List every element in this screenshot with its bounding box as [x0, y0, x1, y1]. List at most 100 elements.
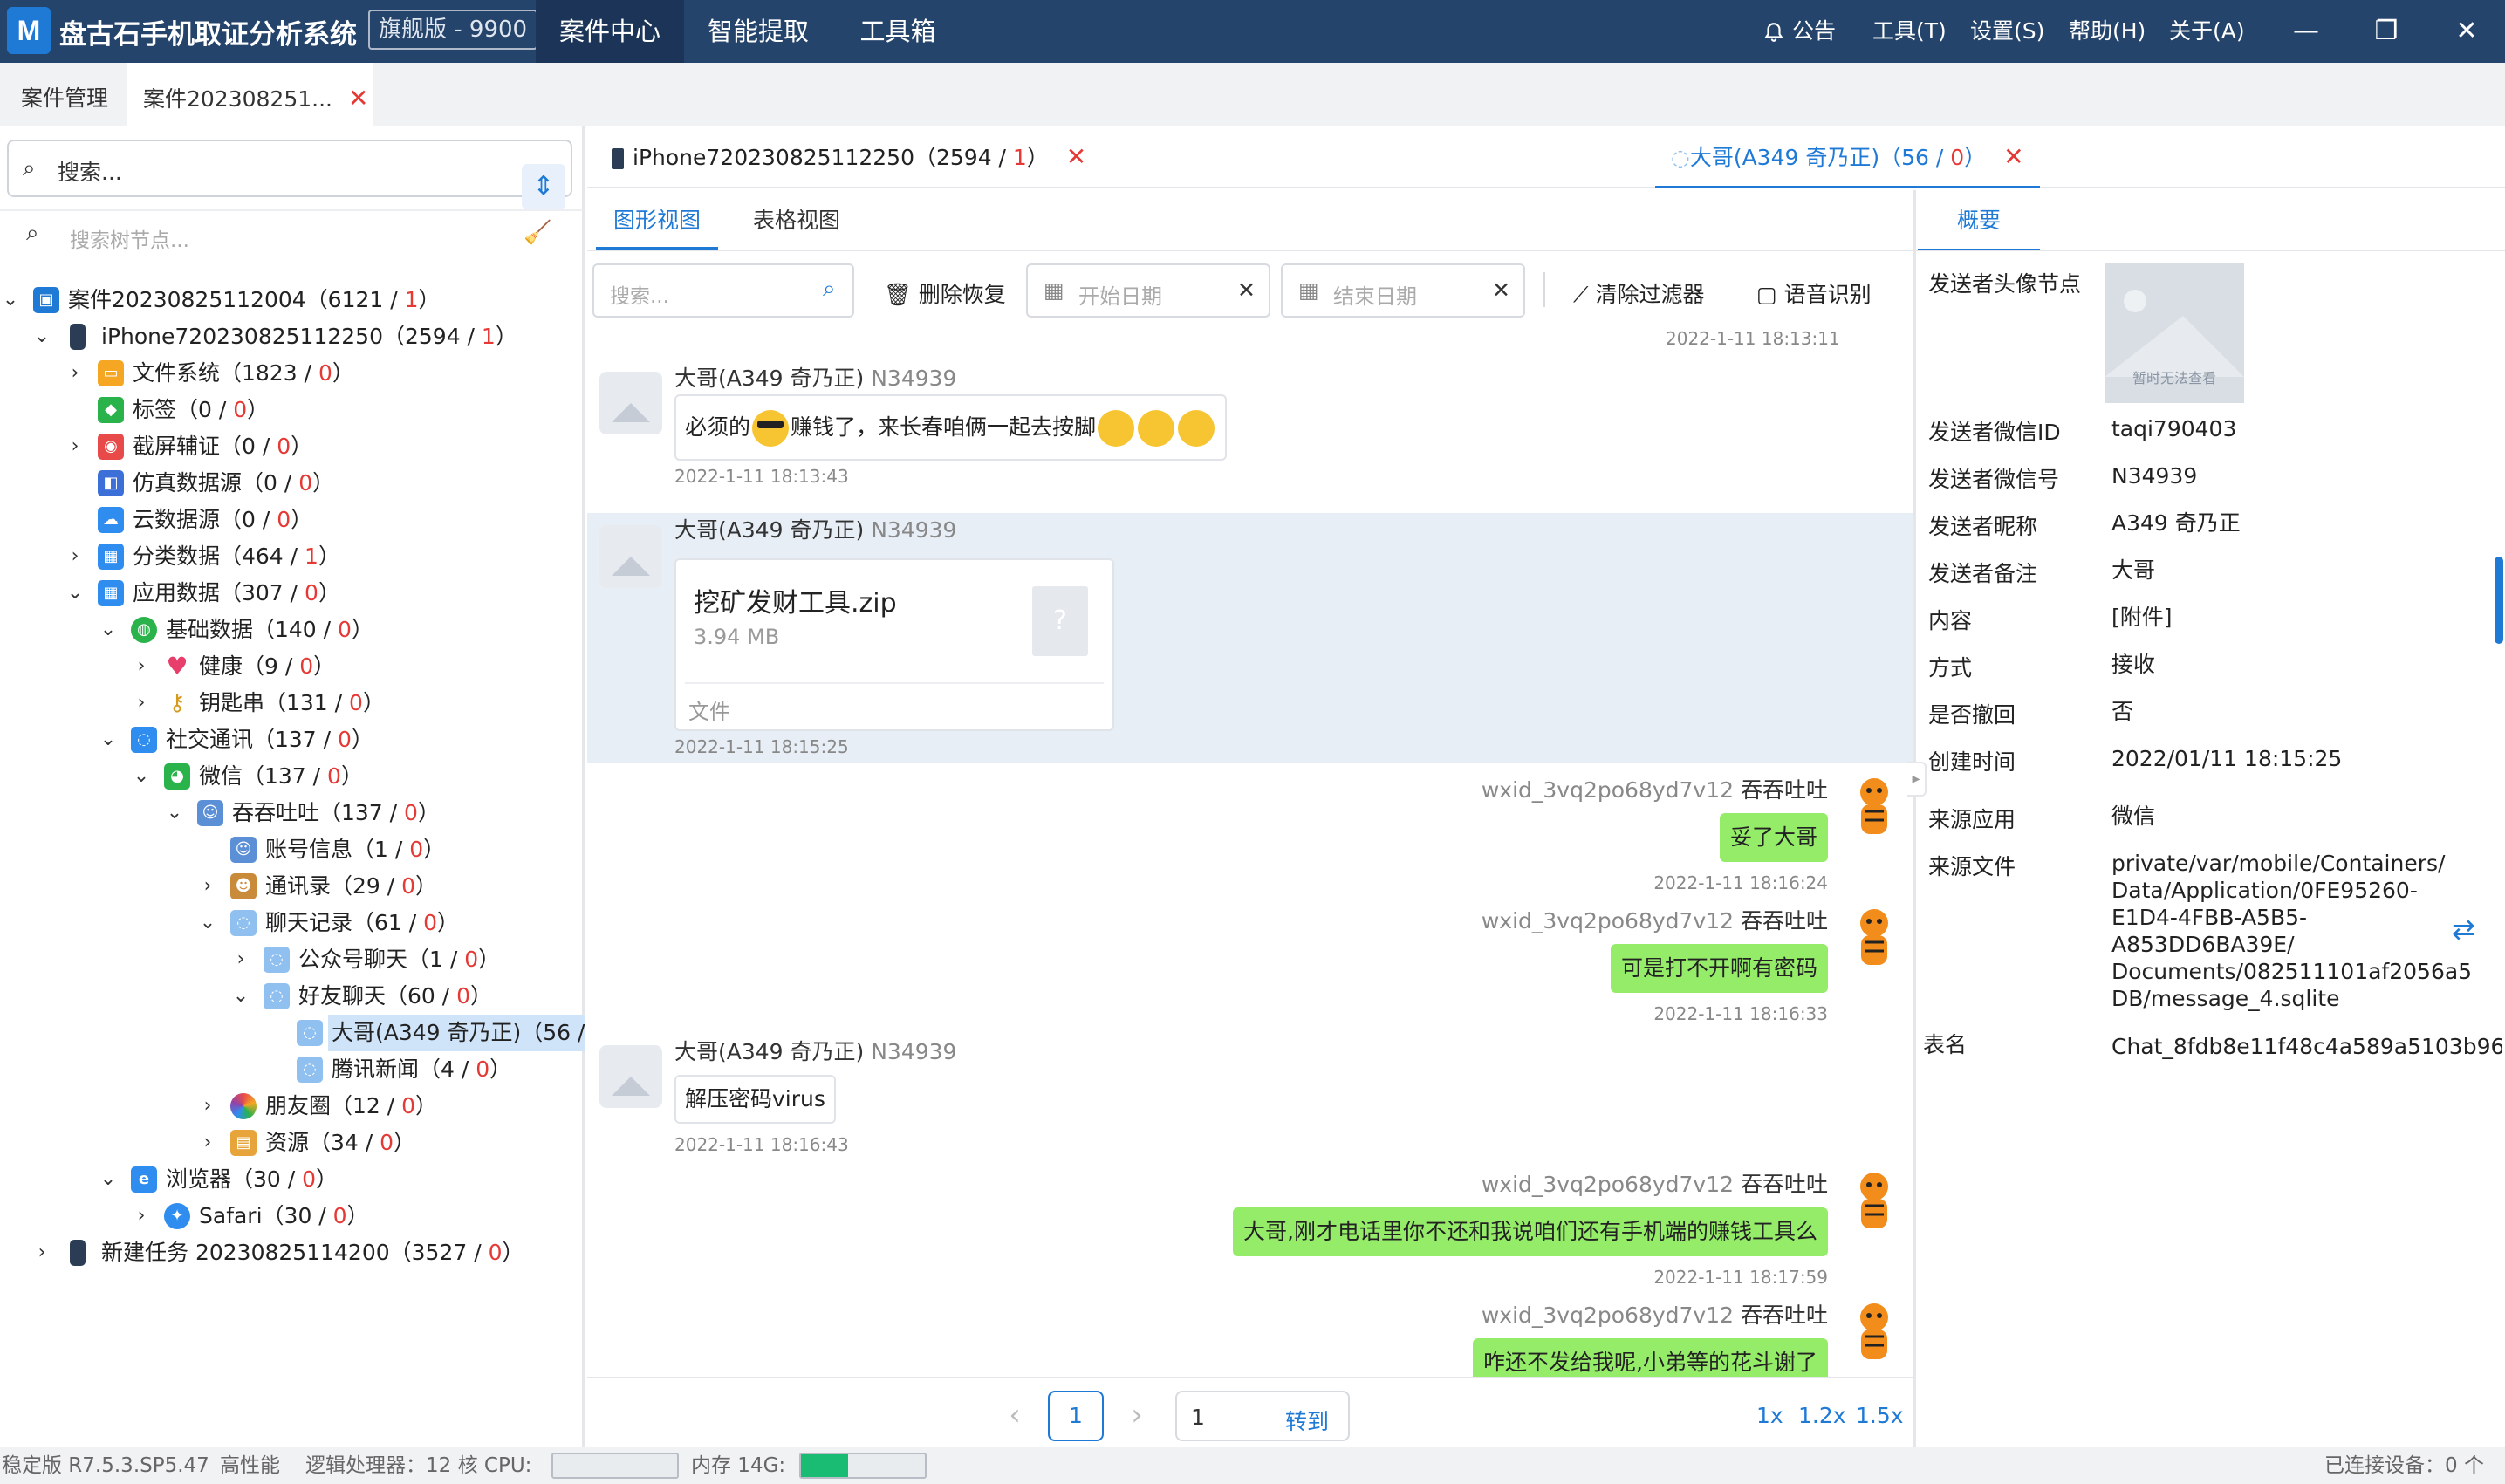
broom-icon[interactable]: 🧹	[524, 220, 551, 246]
start-date-input[interactable]: ▦ 开始日期 ✕	[1026, 263, 1270, 318]
chevron-down-icon[interactable]: ⌄	[164, 795, 185, 831]
delete-restore-button[interactable]: 🗑 删除恢复	[884, 277, 1006, 309]
tab-graphic-view[interactable]: 图形视图	[596, 190, 718, 250]
heart-icon: ♥	[166, 652, 188, 680]
prop-label: 发送者微信ID	[1928, 420, 2061, 445]
file-name: 挖矿发财工具.zip	[694, 588, 897, 619]
prev-page-icon[interactable]: ‹	[997, 1391, 1032, 1440]
chevron-down-icon[interactable]: ⌄	[131, 758, 152, 795]
notice-button[interactable]: 公告	[1762, 0, 1836, 63]
chevron-right-icon[interactable]: ›	[65, 355, 86, 392]
zoom-1-5x[interactable]: 1.5x	[1856, 1403, 1904, 1428]
tab-case-label: 案件202308251...	[143, 86, 332, 112]
message-item-selected[interactable]: 大哥(A349 奇乃正) N34939 挖矿发财工具.zip 3.94 MB ?…	[587, 513, 1913, 763]
chevron-right-icon[interactable]: ›	[131, 1198, 152, 1234]
clear-date-icon[interactable]: ✕	[1492, 277, 1510, 303]
close-tab-icon[interactable]: ✕	[1066, 142, 1086, 171]
message-item[interactable]: wxid_3vq2po68yd7v12 吞吞吐吐 妥了大哥 2022-1-11 …	[587, 773, 1913, 895]
source-file-path[interactable]: private/var/mobile/Containers/ Data/Appl…	[2111, 850, 2478, 1012]
message-bubble[interactable]: 妥了大哥	[1719, 813, 1828, 862]
chevron-down-icon[interactable]: ⌄	[0, 282, 21, 318]
page-button-current[interactable]: 1	[1048, 1391, 1104, 1441]
message-bubble[interactable]: 咋还不发给我呢,小弟等的花斗谢了	[1473, 1338, 1828, 1377]
message-item[interactable]: 大哥(A349 奇乃正) N34939 解压密码virus 2022-1-11 …	[587, 1035, 1913, 1157]
tree-label: Safari（30 /	[199, 1203, 333, 1228]
chevron-down-icon[interactable]: ⌄	[98, 612, 119, 648]
next-page-icon[interactable]: ›	[1119, 1391, 1154, 1440]
chevron-right-icon[interactable]: ›	[230, 941, 251, 978]
collapse-all-button[interactable]: ⇕	[522, 164, 565, 209]
chevron-right-icon[interactable]: ›	[131, 685, 152, 721]
menu-settings[interactable]: 设置(S)	[1970, 0, 2044, 63]
end-date-input[interactable]: ▦ 结束日期 ✕	[1281, 263, 1525, 318]
menu-help[interactable]: 帮助(H)	[2069, 0, 2146, 63]
nav-smart-extract[interactable]: 智能提取	[684, 0, 832, 63]
wechat-icon: ◕	[164, 763, 190, 790]
jump-to-file-icon[interactable]: ⇄	[2452, 913, 2475, 946]
tab-dage-chat[interactable]: ◌大哥(A349 奇乃正)（56 / 0） ✕	[1655, 126, 2040, 188]
goto-button[interactable]: 转到	[1285, 1405, 1329, 1436]
message-bubble[interactable]: 必须的 赚钱了，来长春咱俩一起去按脚	[674, 394, 1228, 461]
avatar-placeholder: 暂时无法查看	[2105, 263, 2244, 403]
message-item[interactable]: 大哥(A349 奇乃正) N34939 必须的 赚钱了，来长春咱俩一起去按脚 20…	[587, 361, 1913, 487]
bell-icon	[1764, 23, 1783, 42]
nav-case-center[interactable]: 案件中心	[536, 0, 684, 63]
chevron-right-icon[interactable]: ›	[131, 648, 152, 685]
speech-recognition-button[interactable]: ▢ 语音识别	[1756, 277, 1872, 309]
message-bubble[interactable]: 大哥,刚才电话里你不还和我说咱们还有手机端的赚钱工具么	[1233, 1207, 1828, 1256]
goto-page-input[interactable]: 1 转到	[1175, 1391, 1350, 1441]
chevron-down-icon[interactable]: ⌄	[230, 978, 251, 1015]
chevron-down-icon[interactable]: ⌄	[197, 905, 218, 941]
clear-filter-button[interactable]: ⟋ 清除过滤器	[1573, 277, 1704, 309]
message-bubble[interactable]: 解压密码virus	[674, 1075, 836, 1124]
chevron-right-icon[interactable]: ›	[197, 1125, 218, 1161]
clear-date-icon[interactable]: ✕	[1237, 277, 1256, 303]
close-tab-icon[interactable]: ✕	[2003, 142, 2023, 171]
edition-badge: 旗舰版 - 9900	[368, 10, 538, 50]
scrollbar-thumb[interactable]	[2495, 557, 2503, 644]
message-item[interactable]: wxid_3vq2po68yd7v12 吞吞吐吐 可是打不开啊有密码 2022-…	[587, 904, 1913, 1026]
sender-id: N34939	[871, 517, 957, 543]
tree-label: 资源（34 /	[265, 1130, 380, 1155]
close-window-icon[interactable]: ✕	[2440, 0, 2493, 63]
avatar-caption: 暂时无法查看	[2132, 370, 2216, 386]
restore-icon[interactable]: ❐	[2360, 0, 2413, 63]
panel-toggle-icon[interactable]: ▸	[1907, 762, 1927, 797]
zoom-1x[interactable]: 1x	[1756, 1403, 1783, 1428]
zoom-1-2x[interactable]: 1.2x	[1798, 1403, 1846, 1428]
tree-count-red: 0	[305, 580, 318, 605]
nav-toolbox[interactable]: 工具箱	[832, 0, 963, 63]
tab-case-current[interactable]: 案件202308251... ✕	[127, 63, 373, 126]
chevron-right-icon[interactable]: ›	[197, 868, 218, 905]
search-input[interactable]: ⌕ 搜索...	[7, 140, 572, 197]
tree-label-end: ）	[346, 1203, 369, 1228]
message-bubble[interactable]: 可是打不开啊有密码	[1610, 944, 1828, 993]
tree-label-end: ）	[332, 360, 354, 386]
tree-label: 健康（9 /	[199, 653, 300, 679]
chevron-right-icon[interactable]: ›	[31, 1234, 52, 1271]
path-line: Documents/082511101af2056a5	[2111, 959, 2473, 984]
message-item[interactable]: wxid_3vq2po68yd7v12 吞吞吐吐 大哥,刚才电话里你不还和我说咱…	[587, 1167, 1913, 1289]
tab-summary[interactable]: 概要	[1918, 190, 2040, 251]
chevron-down-icon[interactable]: ⌄	[31, 318, 52, 355]
menu-tools[interactable]: 工具(T)	[1872, 0, 1947, 63]
tab-case-management[interactable]: 案件管理	[21, 63, 108, 126]
chevron-down-icon[interactable]: ⌄	[98, 721, 119, 758]
prop-label: 发送者微信号	[1928, 467, 2060, 492]
menu-about[interactable]: 关于(A)	[2169, 0, 2245, 63]
tree-search-input[interactable]: ⌕ 搜索树节点... 🧹	[0, 209, 583, 253]
message-search-input[interactable]: 搜索... ⌕	[592, 263, 854, 318]
message-item[interactable]: wxid_3vq2po68yd7v12 吞吞吐吐 咋还不发给我呢,小弟等的花斗谢…	[587, 1298, 1913, 1377]
chevron-right-icon[interactable]: ›	[65, 428, 86, 465]
chevron-right-icon[interactable]: ›	[197, 1088, 218, 1125]
chevron-down-icon[interactable]: ⌄	[65, 575, 86, 612]
close-tab-icon[interactable]: ✕	[348, 84, 368, 113]
minimize-icon[interactable]: —	[2280, 0, 2332, 63]
sender-line: 大哥(A349 奇乃正) N34939	[674, 1035, 956, 1066]
chevron-down-icon[interactable]: ⌄	[98, 1161, 119, 1198]
tree-label-end: ）	[351, 727, 373, 752]
tab-iphone[interactable]: iPhone720230825112250（2594 / 1） ✕	[612, 126, 1086, 188]
chevron-right-icon[interactable]: ›	[65, 538, 86, 575]
file-attachment[interactable]: 挖矿发财工具.zip 3.94 MB ? 文件	[674, 558, 1114, 731]
tab-table-view[interactable]: 表格视图	[753, 190, 840, 250]
